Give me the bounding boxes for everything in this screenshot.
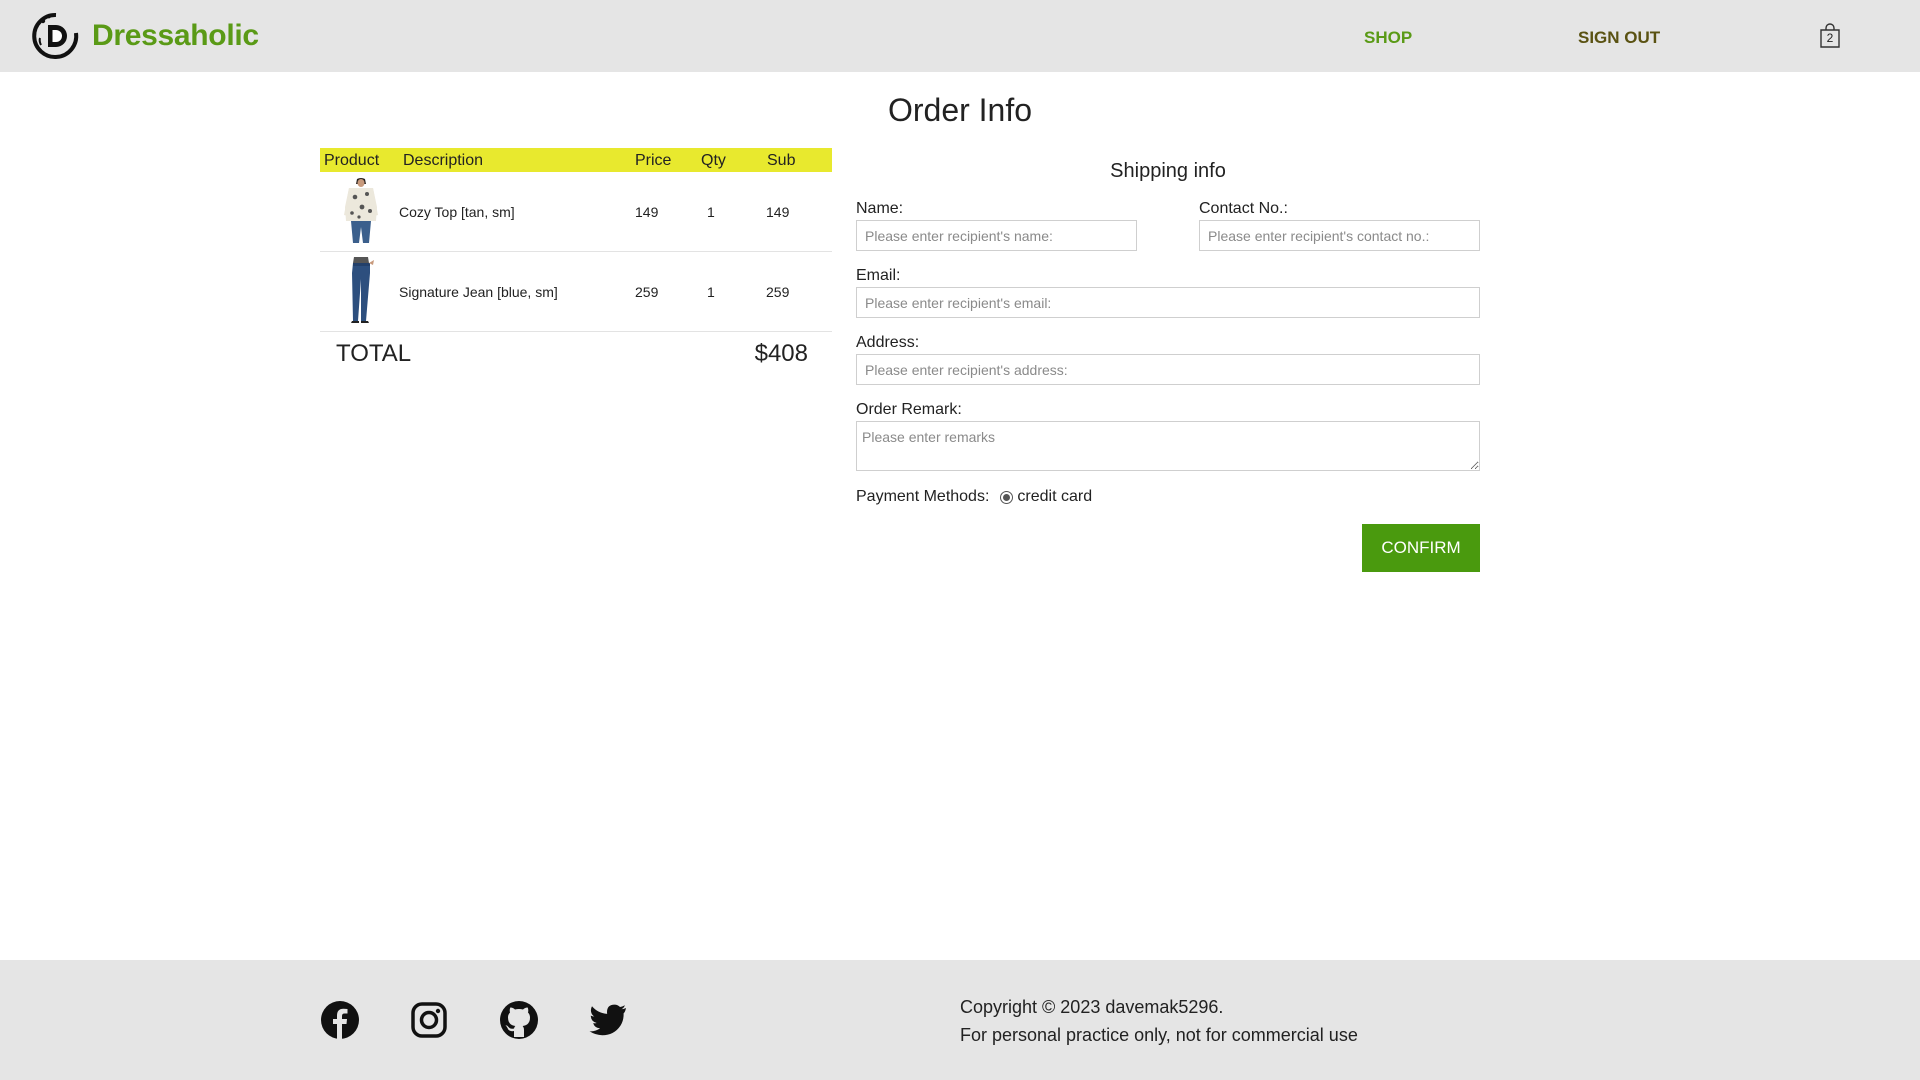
remark-label: Order Remark:	[856, 401, 962, 418]
instagram-icon[interactable]	[409, 1000, 449, 1040]
credit-card-option-label[interactable]: credit card	[1017, 488, 1092, 506]
copyright-text: Copyright © 2023 davemak5296.	[960, 997, 1224, 1017]
table-row: Cozy Top [tan, sm] 149 1 149	[320, 172, 832, 252]
cozy-top-thumbnail	[344, 178, 378, 243]
remark-textarea[interactable]	[856, 421, 1480, 471]
usage-notice: For personal practice only, not for comm…	[960, 1025, 1358, 1045]
column-header-sub: Sub	[767, 152, 796, 169]
item-qty: 1	[707, 284, 715, 300]
order-table: Product Description Price Qty Sub Cozy T…	[320, 148, 832, 376]
credit-card-radio[interactable]	[1000, 490, 1014, 504]
nav-sign-out-link[interactable]: SIGN OUT	[1578, 28, 1660, 48]
column-header-description: Description	[403, 152, 484, 169]
item-price: 259	[635, 284, 659, 300]
column-header-qty: Qty	[701, 152, 726, 169]
confirm-button[interactable]: CONFIRM	[1362, 524, 1480, 572]
site-header: Dressaholic SHOP SIGN OUT 2	[0, 0, 1920, 72]
cart-count: 2	[1826, 31, 1834, 45]
nav-shop-link[interactable]: SHOP	[1364, 28, 1412, 48]
item-subtotal: 259	[766, 284, 790, 300]
twitter-icon[interactable]	[588, 1000, 628, 1040]
total-label: TOTAL	[336, 340, 412, 367]
item-description: Signature Jean [blue, sm]	[399, 284, 558, 300]
table-row: Signature Jean [blue, sm] 259 1 259	[320, 252, 832, 332]
facebook-icon[interactable]	[320, 1000, 360, 1040]
order-total: TOTAL $408	[320, 332, 832, 376]
item-description: Cozy Top [tan, sm]	[399, 204, 515, 220]
column-header-product: Product	[324, 152, 380, 169]
payment-methods: Payment Methods: credit card	[856, 488, 1092, 506]
shipping-title: Shipping info	[1110, 160, 1226, 182]
github-icon[interactable]	[499, 1000, 539, 1040]
signature-jean-thumbnail	[351, 257, 374, 323]
item-subtotal: 149	[766, 204, 790, 220]
brand-name: Dressaholic	[92, 19, 259, 52]
name-input[interactable]	[856, 220, 1137, 251]
site-footer: Copyright © 2023 davemak5296. For person…	[0, 960, 1920, 1080]
email-input[interactable]	[856, 287, 1480, 318]
name-label: Name:	[856, 200, 904, 217]
order-table-header: Product Description Price Qty Sub	[320, 148, 832, 172]
total-value: $408	[754, 340, 808, 367]
column-header-price: Price	[635, 152, 672, 169]
address-input[interactable]	[856, 354, 1480, 385]
address-label: Address:	[856, 334, 920, 351]
brand-logo[interactable]: Dressaholic	[31, 11, 259, 61]
payment-methods-label: Payment Methods:	[856, 488, 990, 505]
item-price: 149	[635, 204, 659, 220]
contact-label: Contact No.:	[1199, 200, 1288, 217]
contact-input[interactable]	[1199, 220, 1480, 251]
item-qty: 1	[707, 204, 715, 220]
page-title: Order Info	[887, 92, 1033, 128]
brand-logo-icon	[32, 12, 79, 59]
cart-button[interactable]: 2	[1818, 23, 1842, 49]
email-label: Email:	[856, 267, 901, 284]
